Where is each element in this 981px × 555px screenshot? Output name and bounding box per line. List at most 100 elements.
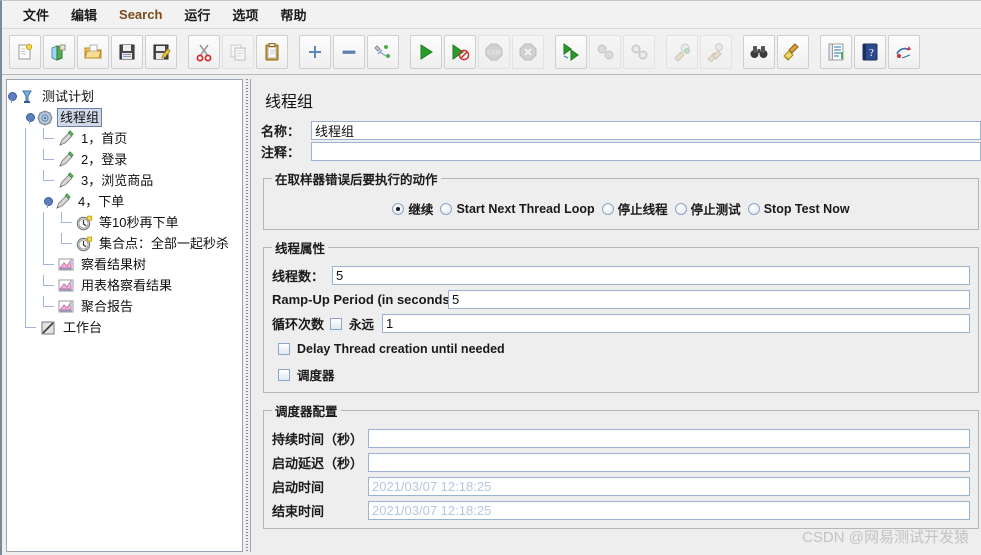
cut-button[interactable] [188,34,220,69]
tree-expand-handle-icon[interactable] [25,112,36,124]
error-action-radio-0[interactable]: 继续 [392,199,433,218]
start-time-label: 启动时间 [272,480,325,495]
tree-expand-handle-icon[interactable] [43,196,54,208]
error-action-legend: 在取样器错误后要执行的动作 [275,173,438,187]
function-helper-button[interactable] [820,34,852,69]
help-icon: ? [860,42,880,62]
forever-label: 永远 [349,318,375,332]
clear-all-icon [706,42,726,62]
tree-indent [43,212,61,233]
tree-node[interactable]: 4，下单 [7,191,242,212]
undo-redo-button[interactable] [888,34,920,69]
tree-node[interactable]: 聚合报告 [7,296,242,317]
pane-splitter[interactable] [242,79,251,552]
paste-button[interactable] [256,34,288,69]
start-remote-all-button[interactable] [555,34,587,69]
thread-count-input[interactable] [332,266,970,285]
reset-search-broom-button[interactable] [777,34,809,69]
help-button[interactable]: ? [854,34,886,69]
startup-delay-input[interactable] [368,453,970,472]
scheduler-checkbox[interactable]: 调度器 [278,365,970,384]
ramp-up-input[interactable] [448,290,970,309]
tree-node[interactable]: 线程组 [7,107,242,128]
new-file-button[interactable] [9,34,41,69]
thread-group-detail-pane: 线程组 名称： 注释： 在取样器错误后要执行的动作 继续 Start Next T… [251,76,981,555]
menu-item-5[interactable]: 帮助 [269,2,317,27]
start-time-row: 启动时间 [272,477,970,496]
error-action-radio-2[interactable]: 停止线程 [601,199,668,218]
open-folder-button[interactable] [77,34,109,69]
toolbar-separator [289,35,298,69]
tree-node-label: 察看结果树 [81,257,147,272]
tree-branch-line [43,149,57,170]
tree-branch-line [43,275,57,296]
error-action-radio-3[interactable]: 停止测试 [674,199,741,218]
menu-item-4[interactable]: 选项 [221,2,269,27]
toolbar-separator [656,35,665,69]
tree-node[interactable]: 1，首页 [7,128,242,149]
tree-node[interactable]: 测试计划 [7,86,242,107]
collapse-all-icon [339,42,359,62]
menu-item-1[interactable]: 编辑 [60,2,108,27]
scheduler-checkbox-mark [278,368,290,381]
test-plan-tree[interactable]: 测试计划 线程组 1，首页 2，登录 3，浏览商品 4，下单等10秒再下单 集合点：全部一起… [7,80,242,338]
error-action-radio-1[interactable]: Start Next Thread Loop [440,201,595,216]
tree-node[interactable]: 用表格察看结果 [7,275,242,296]
start-button[interactable] [410,34,442,69]
tree-expand-handle-icon[interactable] [7,91,18,103]
loop-count-input[interactable] [382,314,970,333]
start-no-pauses-button[interactable] [444,34,476,69]
new-file-icon [15,42,35,62]
tree-node[interactable]: 集合点：全部一起秒杀 [7,233,242,254]
shutdown-remote-all-button [623,34,655,69]
error-action-radio-label: 停止测试 [690,203,741,217]
error-action-radio-label: 停止线程 [617,203,668,217]
tree-node[interactable]: 3，浏览商品 [7,170,242,191]
search-binoculars-button[interactable] [743,34,775,69]
listener-icon [57,277,75,295]
thread-count-label: 线程数： [272,269,325,284]
tree-node[interactable]: 等10秒再下单 [7,212,242,233]
svg-text:?: ? [869,47,874,59]
templates-button[interactable] [43,34,75,69]
menu-item-3[interactable]: 运行 [173,2,221,27]
tree-branch-line [61,233,75,254]
tree-node[interactable]: 工作台 [7,317,242,338]
toggle-button[interactable] [367,34,399,69]
comment-input[interactable] [311,142,981,161]
tree-indent [25,170,43,191]
error-action-radio-label: Start Next Thread Loop [456,201,595,216]
menu-item-2[interactable]: Search [108,4,173,25]
tree-branch-line [43,128,57,149]
copy-icon [228,42,248,62]
toggle-icon [373,42,393,62]
save-icon [117,42,137,62]
collapse-all-button[interactable] [333,34,365,69]
thread-count-row: 线程数： [272,266,970,285]
ramp-up-label: Ramp-Up Period (in seconds): [272,292,459,307]
test-plan-tree-pane[interactable]: 测试计划 线程组 1，首页 2，登录 3，浏览商品 4，下单等10秒再下单 集合点：全部一起… [6,79,242,552]
save-button[interactable] [111,34,143,69]
toolbar-separator [178,35,187,69]
tree-node-label: 4，下单 [78,194,125,209]
duration-input[interactable] [368,429,970,448]
tree-node-label: 1，首页 [81,131,128,146]
error-action-radio-4[interactable]: Stop Test Now [747,202,850,216]
tree-branch-line [43,296,57,317]
name-input[interactable] [311,121,981,140]
end-time-input[interactable] [368,501,970,520]
templates-icon [49,42,69,62]
tree-node-label: 聚合报告 [81,299,134,314]
tree-indent [25,212,43,233]
save-as-button[interactable] [145,34,177,69]
error-action-radio-row: 继续 Start Next Thread Loop 停止线程 停止测试 Stop Tes… [272,192,970,221]
start-time-input[interactable] [368,477,970,496]
tree-node[interactable]: 察看结果树 [7,254,242,275]
forever-checkbox[interactable]: 永远 [330,314,374,333]
expand-all-button[interactable] [299,34,331,69]
toolbar-separator [810,35,819,69]
menu-item-0[interactable]: 文件 [12,2,60,27]
http-sampler-icon [57,129,75,148]
delay-thread-checkbox[interactable]: Delay Thread creation until needed [278,342,970,356]
tree-node[interactable]: 2，登录 [7,149,242,170]
